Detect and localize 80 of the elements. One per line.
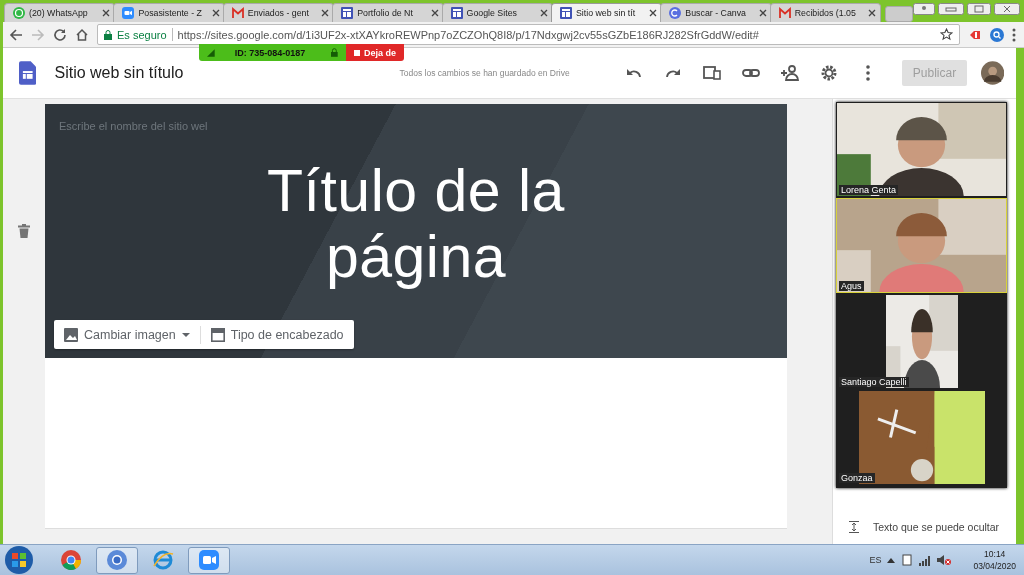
security-label: Es seguro (117, 28, 167, 41)
menu-icon[interactable] (1012, 27, 1016, 42)
home-icon[interactable] (75, 27, 89, 42)
meeting-id: ID: 735-084-0187 (234, 47, 307, 58)
reload-icon[interactable] (53, 27, 67, 42)
taskbar-app[interactable] (96, 546, 138, 574)
maximize-icon[interactable] (966, 3, 991, 15)
close-icon[interactable] (868, 9, 877, 17)
participant-name: Gonzaa (839, 473, 875, 483)
browser-tab[interactable]: Buscar - Canva (660, 3, 772, 22)
close-icon[interactable] (321, 9, 330, 17)
video-tile[interactable]: Gonzaa (836, 390, 1007, 485)
url-text: https://sites.google.com/d/1i3UF2x-xtXAYkroREWPnp7oZCZOhQ8I8/p/17Ndxgwj2cv55sGZbE186RJ282SfrGddW/edit# (177, 28, 760, 41)
close-icon[interactable] (430, 9, 439, 17)
circle-icon (669, 7, 682, 19)
close-icon[interactable] (539, 9, 548, 17)
address-field[interactable]: Es seguro https://sites.google.com/d/1i3UF2x-xtXAYkroREWPnp7oZCZOhQ8I8/p/17Ndxgwj2cv55sGZbE186RJ282SfrGddW/edit# (97, 24, 960, 45)
close-icon[interactable] (758, 9, 767, 17)
collapsible-text-item[interactable]: Texto que se puede ocultar (873, 521, 1000, 533)
video-tile[interactable]: Agus (836, 198, 1007, 293)
browser-tab[interactable]: Sitio web sin tít (550, 3, 663, 22)
whatsapp-icon (13, 7, 25, 19)
header-action-button[interactable]: Tipo de encabezado (208, 320, 346, 349)
close-icon[interactable] (649, 9, 658, 17)
browser-tab[interactable]: Posasistente - Z (113, 3, 225, 22)
start-button[interactable] (4, 545, 34, 575)
minimize-icon[interactable] (937, 3, 964, 15)
video-tile[interactable]: Santiago Capelli (836, 294, 1007, 389)
network-signal-icon[interactable] (919, 554, 932, 566)
trash-icon[interactable] (18, 224, 30, 238)
video-tile[interactable]: Lorena Genta (836, 102, 1007, 197)
lock-icon (104, 29, 112, 40)
volume-muted-icon[interactable] (937, 554, 952, 566)
browser-tab[interactable]: Enviados - gent (222, 3, 335, 22)
close-icon[interactable] (993, 3, 1020, 15)
dropdown-caret-icon (181, 332, 190, 337)
language-indicator[interactable]: ES (869, 555, 882, 565)
page-title[interactable]: Título de la página (236, 158, 596, 290)
search-icon[interactable] (990, 27, 1004, 42)
video-camera-icon (198, 549, 220, 571)
participant-name: Santiago Capelli (839, 377, 909, 387)
browser-icon (106, 549, 128, 571)
signal-icon (207, 48, 215, 57)
add-person-icon[interactable] (780, 63, 801, 83)
lock-icon (331, 48, 338, 57)
header-layout-icon (210, 327, 225, 342)
close-icon[interactable] (211, 9, 220, 17)
chrome-icon (60, 549, 82, 571)
stop-share-button[interactable]: Deja de (346, 44, 404, 61)
sites-icon (341, 7, 354, 19)
avatar[interactable] (980, 61, 1004, 85)
browser-tab[interactable]: (20) WhatsApp (4, 3, 116, 22)
browser-tab[interactable]: Recibidos (1.05 (769, 3, 882, 22)
video-camera-icon (122, 7, 135, 19)
collapse-icon (849, 521, 859, 533)
sites-icon (559, 7, 572, 19)
save-status: Todos los cambios se han guardado en Drive (399, 68, 571, 78)
header-action-button[interactable]: Cambiar imagen (62, 320, 192, 349)
participant-name: Lorena Genta (839, 185, 899, 195)
browser-tab[interactable]: Portfolio de Nt (332, 3, 444, 22)
participant-name: Agus (839, 281, 864, 291)
close-icon[interactable] (102, 9, 111, 17)
profile-icon[interactable] (912, 3, 935, 15)
image-icon (64, 327, 78, 342)
browser-tab[interactable]: Google Sites (441, 3, 553, 22)
mail-icon (231, 7, 244, 19)
clock[interactable]: 10:14 03/04/2020 (973, 548, 1016, 572)
sites-logo-icon[interactable] (19, 61, 37, 85)
mail-icon (778, 7, 791, 19)
site-name-field[interactable]: Escribe el nombre del sitio wel (59, 120, 239, 132)
back-icon[interactable] (9, 27, 23, 42)
device-icon[interactable] (901, 554, 914, 566)
sites-icon (450, 7, 463, 19)
star-icon[interactable] (940, 28, 953, 41)
stop-icon (354, 49, 360, 56)
devices-icon[interactable] (702, 63, 723, 83)
tray-expand-icon[interactable] (887, 557, 896, 563)
site-title[interactable]: Sitio web sin título (54, 64, 288, 82)
globe-icon (152, 549, 174, 571)
taskbar-app[interactable] (188, 546, 230, 574)
